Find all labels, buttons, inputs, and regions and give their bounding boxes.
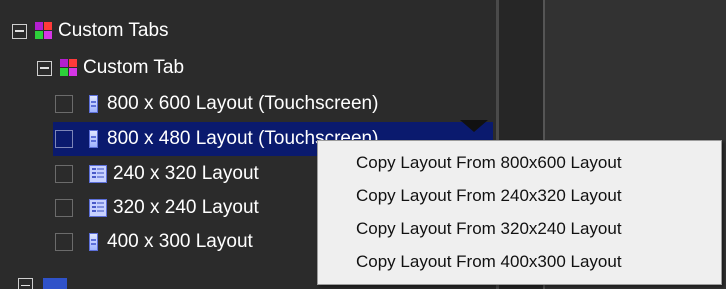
menu-item-copy-320x240[interactable]: Copy Layout From 320x240 Layout — [318, 212, 721, 245]
layout-checkbox[interactable] — [55, 95, 73, 113]
tree-node-custom-tabs[interactable]: Custom Tabs — [12, 14, 169, 48]
layout-page-icon — [89, 233, 98, 251]
menu-item-copy-800x600[interactable]: Copy Layout From 800x600 Layout — [318, 146, 721, 179]
custom-tab-icon — [60, 59, 78, 77]
tree-node-custom-tab[interactable]: Custom Tab — [37, 51, 184, 85]
layout-checkbox[interactable] — [55, 199, 73, 217]
layout-list-icon — [89, 199, 107, 217]
layout-list-icon — [89, 165, 107, 183]
app-window: Custom Tabs Custom Tab 800 x 600 Layout … — [0, 0, 726, 289]
layout-checkbox[interactable] — [55, 165, 73, 183]
collapse-icon[interactable] — [12, 23, 27, 39]
layout-label: 240 x 320 Layout — [113, 163, 259, 184]
folder-icon — [43, 278, 67, 289]
tree-node-layout[interactable]: 800 x 600 Layout (Touchscreen) — [55, 87, 378, 121]
tree-node-layout[interactable]: 320 x 240 Layout — [55, 191, 259, 225]
menu-item-copy-240x320[interactable]: Copy Layout From 240x320 Layout — [318, 179, 721, 212]
tree-node-label: Custom Tab — [83, 57, 185, 78]
collapse-icon[interactable] — [37, 60, 52, 76]
layout-label: 800 x 600 Layout (Touchscreen) — [107, 93, 379, 114]
layout-page-icon — [89, 95, 98, 113]
layout-checkbox[interactable] — [55, 130, 73, 148]
layout-label: 320 x 240 Layout — [113, 197, 259, 218]
expand-icon[interactable] — [18, 278, 33, 289]
layout-label: 400 x 300 Layout — [107, 231, 253, 252]
tree-node-layout[interactable]: 400 x 300 Layout — [55, 225, 253, 259]
dropdown-arrow-icon[interactable] — [460, 120, 488, 132]
layout-checkbox[interactable] — [55, 233, 73, 251]
context-menu: Copy Layout From 800x600 Layout Copy Lay… — [317, 140, 722, 285]
tree-node-layout[interactable]: 240 x 320 Layout — [55, 157, 259, 191]
custom-tabs-icon — [35, 22, 53, 40]
menu-item-copy-400x300[interactable]: Copy Layout From 400x300 Layout — [318, 245, 721, 278]
tree-node-partial[interactable] — [18, 278, 318, 289]
tree-node-label: Custom Tabs — [58, 20, 169, 41]
layout-page-icon — [89, 130, 98, 148]
